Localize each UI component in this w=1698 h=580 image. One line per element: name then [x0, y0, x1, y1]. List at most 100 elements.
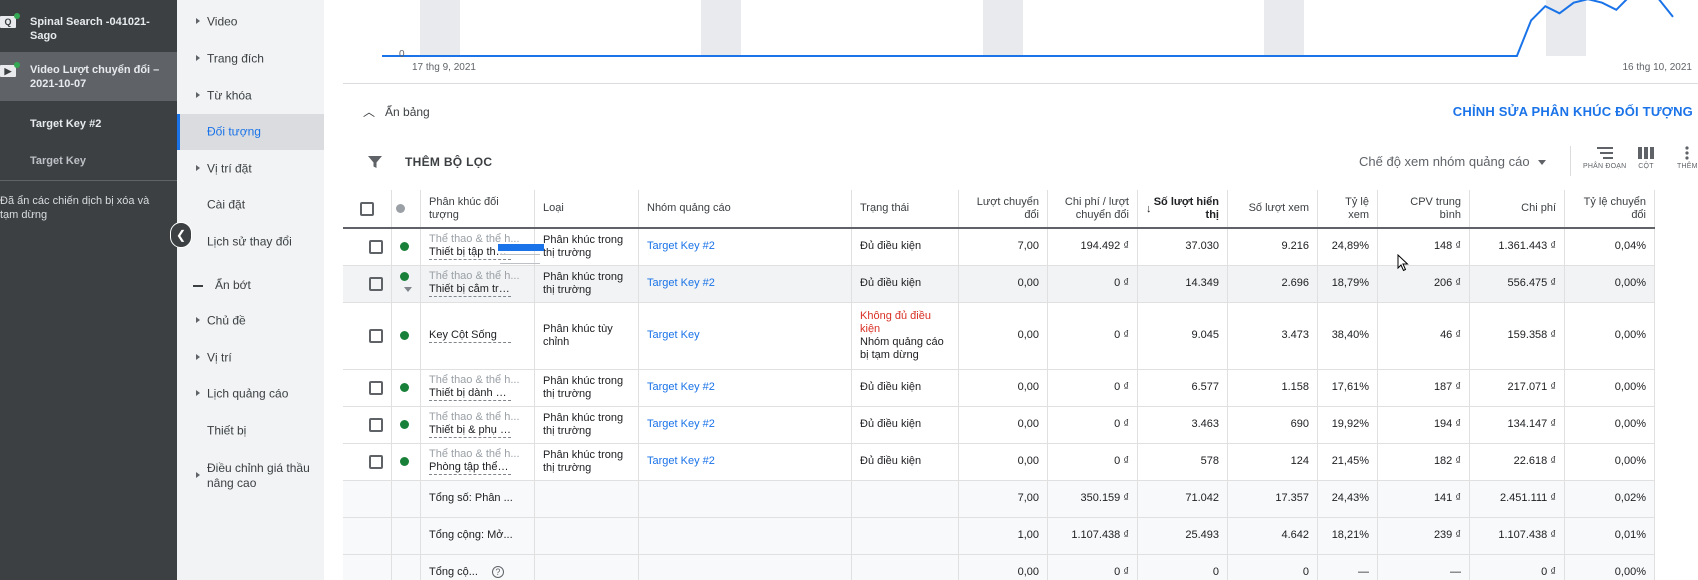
- campaign-item-video-conversions[interactable]: ▶ Video Lượt chuyển đổi – 2021-10-07: [0, 53, 177, 101]
- total-impressions-cell: 25.493: [1137, 517, 1228, 555]
- nav-item-video[interactable]: Video: [177, 4, 324, 40]
- status-dot-icon: [396, 203, 405, 213]
- conversions-cell: 7,00: [958, 228, 1048, 266]
- search-campaign-icon: Q: [0, 13, 20, 28]
- adgroup-link[interactable]: Target Key #2: [647, 277, 715, 289]
- header-cost[interactable]: Chi phí: [1469, 190, 1565, 229]
- caret-down-icon[interactable]: [404, 287, 412, 293]
- empty-cell: [391, 554, 421, 580]
- adgroup-link[interactable]: Target Key #2: [647, 455, 715, 467]
- nav-item-audiences[interactable]: Đối tượng: [177, 114, 324, 150]
- nav-item-settings[interactable]: Cài đặt: [177, 187, 324, 223]
- nav-item-landing-pages[interactable]: Trang đích: [177, 41, 324, 77]
- nav-label: Chủ đề: [207, 313, 246, 328]
- total-cost-per-conv-cell: 1.107.438 ₫: [1047, 517, 1138, 555]
- avg-cpv-cell: 182 ₫: [1377, 443, 1470, 481]
- header-status[interactable]: Trạng thái: [851, 190, 959, 229]
- conversions-cell: 0,00: [958, 369, 1048, 407]
- select-all-checkbox[interactable]: [360, 201, 374, 216]
- row-checkbox[interactable]: [369, 276, 383, 291]
- table-row[interactable]: Thể thao & thể h... Thiết bị dành ch... Ph…: [343, 369, 1655, 407]
- header-views[interactable]: Số lượt xem: [1227, 190, 1318, 229]
- nav-item-locations[interactable]: Vị trí: [177, 340, 324, 376]
- nav-item-advanced-bid-adjustments[interactable]: Điều chỉnh giá thầu nâng cao: [177, 454, 324, 498]
- status-enabled-icon[interactable]: [400, 241, 409, 251]
- total-avg-cpv-cell: 239 ₫: [1377, 517, 1470, 555]
- header-view-rate[interactable]: Tỷ lệ xem: [1317, 190, 1378, 229]
- adgroup-link[interactable]: Target Key #2: [647, 240, 715, 252]
- nav-item-keywords[interactable]: Từ khóa: [177, 78, 324, 114]
- divider: [0, 180, 177, 181]
- nav-show-less-toggle[interactable]: Ẩn bớt: [193, 278, 251, 292]
- more-button[interactable]: THÊM: [1677, 146, 1698, 170]
- segment-name[interactable]: Thiết bị & phụ ki...: [429, 424, 511, 438]
- row-checkbox[interactable]: [369, 328, 383, 343]
- nav-item-change-history[interactable]: Lịch sử thay đổi: [177, 224, 324, 260]
- mouse-cursor-icon: [1397, 254, 1409, 272]
- table-row[interactable]: Thể thao & thể h... Thiết bị cắm trại... P…: [343, 265, 1655, 303]
- help-icon[interactable]: ?: [491, 566, 504, 578]
- google-ads-screen: Q Spinal Search -041021-Sago ▶ Video Lượ…: [0, 0, 1698, 580]
- total-conv-rate-cell: 0,01%: [1564, 517, 1655, 555]
- status-text: Đủ điều kiện: [860, 455, 922, 467]
- adgroup-link[interactable]: Target Key: [647, 329, 700, 341]
- segment-button[interactable]: PHÂN ĐOẠN: [1583, 146, 1626, 170]
- add-filter-button[interactable]: THÊM BỘ LỌC: [405, 155, 492, 169]
- expand-arrow-icon: [196, 165, 200, 171]
- table-row[interactable]: Thể thao & thể h... Phòng tập thể d... Phâ…: [343, 443, 1655, 481]
- status-enabled-icon[interactable]: [400, 382, 409, 392]
- totals-label-cell: Tổng cộng: Mở...: [420, 517, 535, 555]
- hide-table-toggle[interactable]: ︿ Ẩn bảng: [363, 103, 430, 120]
- nav-item-topics[interactable]: Chủ đề: [177, 303, 324, 339]
- adgroup-cell: Target Key #2: [638, 228, 852, 266]
- caret-down-icon: [1537, 160, 1546, 166]
- adgroup-link[interactable]: Target Key #2: [647, 381, 715, 393]
- empty-cell: [534, 480, 639, 518]
- row-checkbox[interactable]: [369, 454, 383, 469]
- row-checkbox[interactable]: [369, 380, 383, 395]
- empty-cell: [638, 517, 852, 555]
- status-enabled-icon[interactable]: [400, 330, 409, 340]
- row-checkbox[interactable]: [369, 239, 383, 254]
- header-conv-rate[interactable]: Tỷ lệ chuyển đổi: [1564, 190, 1655, 229]
- adgroup-link[interactable]: Target Key #2: [647, 418, 715, 430]
- nav-item-placements[interactable]: Vị trí đặt: [177, 151, 324, 187]
- header-conversions[interactable]: Lượt chuyển đổi: [958, 190, 1048, 229]
- conv-rate-cell: 0,00%: [1564, 265, 1655, 303]
- collapse-panel-button[interactable]: ❮: [170, 222, 192, 248]
- adgroup-item-target-key-2[interactable]: Target Key #2: [0, 106, 177, 142]
- filter-icon[interactable]: [367, 154, 383, 170]
- segment-icon: [1596, 147, 1613, 159]
- table-row[interactable]: Thể thao & thể h... Thiết bị & phụ ki... P…: [343, 406, 1655, 444]
- performance-chart: 0 17 thg 9, 2021 16 thg 10, 2021: [343, 0, 1698, 82]
- edit-audience-segments-link[interactable]: CHỈNH SỬA PHÂN KHÚC ĐỐI TƯỢNG: [1453, 104, 1693, 119]
- header-type[interactable]: Loại: [534, 190, 639, 229]
- total-conversions-cell: 0,00: [958, 554, 1048, 580]
- adgroup-item-target-key[interactable]: Target Key: [0, 142, 177, 178]
- totals-label-cell: Tổng số: Phân ...: [420, 480, 535, 518]
- segment-name[interactable]: Key Cột Sống: [429, 329, 511, 343]
- totals-label: Tổng cộng: Mở...: [429, 529, 513, 541]
- segment-name[interactable]: Thiết bị dành ch...: [429, 387, 511, 401]
- nav-item-ad-schedule[interactable]: Lịch quảng cáo: [177, 376, 324, 412]
- campaign-label: Video Lượt chuyển đổi – 2021-10-07: [30, 64, 160, 90]
- status-cell: Đủ điều kiện: [851, 228, 959, 266]
- status-enabled-icon[interactable]: [400, 456, 409, 466]
- status-text: Đủ điều kiện: [860, 277, 922, 289]
- nav-item-devices[interactable]: Thiết bị: [177, 413, 324, 449]
- segment-name[interactable]: Thiết bị cắm trại...: [429, 283, 511, 297]
- segment-name[interactable]: Phòng tập thể d...: [429, 461, 511, 475]
- view-mode-dropdown[interactable]: Chế độ xem nhóm quảng cáo: [1359, 154, 1546, 169]
- status-enabled-icon[interactable]: [400, 272, 409, 282]
- header-cost-per-conversion[interactable]: Chi phí / lượt chuyển đổi: [1047, 190, 1138, 229]
- row-checkbox[interactable]: [369, 417, 383, 432]
- columns-button[interactable]: CỘT: [1637, 146, 1655, 170]
- status-enabled-icon[interactable]: [400, 419, 409, 429]
- header-segment[interactable]: Phân khúc đối tượng: [420, 190, 535, 229]
- table-row[interactable]: Key Cột Sống Phân khúc tùy chỉnh Target Ke…: [343, 302, 1655, 370]
- impressions-cell: 6.577: [1137, 369, 1228, 407]
- header-impressions[interactable]: ↓ Số lượt hiển thị: [1137, 190, 1228, 229]
- header-adgroup[interactable]: Nhóm quảng cáo: [638, 190, 852, 229]
- header-avg-cpv[interactable]: CPV trung bình: [1377, 190, 1470, 229]
- campaign-item-spinal-search[interactable]: Q Spinal Search -041021-Sago: [0, 4, 177, 52]
